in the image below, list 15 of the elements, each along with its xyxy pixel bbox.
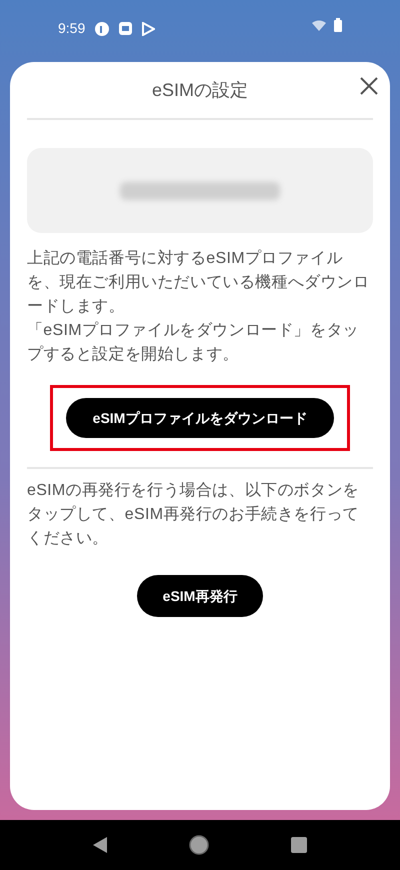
notification-icon xyxy=(95,22,110,36)
notification-icon xyxy=(119,22,132,35)
reissue-button[interactable]: eSIM再発行 xyxy=(137,575,263,617)
home-icon[interactable] xyxy=(189,835,209,855)
wifi-icon xyxy=(312,20,326,30)
play-icon xyxy=(142,22,156,36)
close-icon[interactable] xyxy=(359,76,379,96)
instruction-text: 上記の電話番号に対するeSIMプロファイルを、現在ご利用いただいている機種へダウンロードします。 xyxy=(27,248,370,317)
dialog-title: eSIMの設定 xyxy=(152,78,248,102)
back-icon[interactable] xyxy=(93,837,107,853)
instruction-text: 「eSIMプロファイルをダウンロード」をタップすると設定を開始します。 xyxy=(27,320,360,365)
download-profile-button[interactable]: eSIMプロファイルをダウンロード xyxy=(66,398,334,438)
status-time: 9:59 xyxy=(58,19,86,38)
reissue-text: eSIMの再発行を行う場合は、以下のボタンをタップして、eSIM再発行のお手続きを行ってください。 xyxy=(27,480,360,549)
battery-icon xyxy=(334,18,342,32)
